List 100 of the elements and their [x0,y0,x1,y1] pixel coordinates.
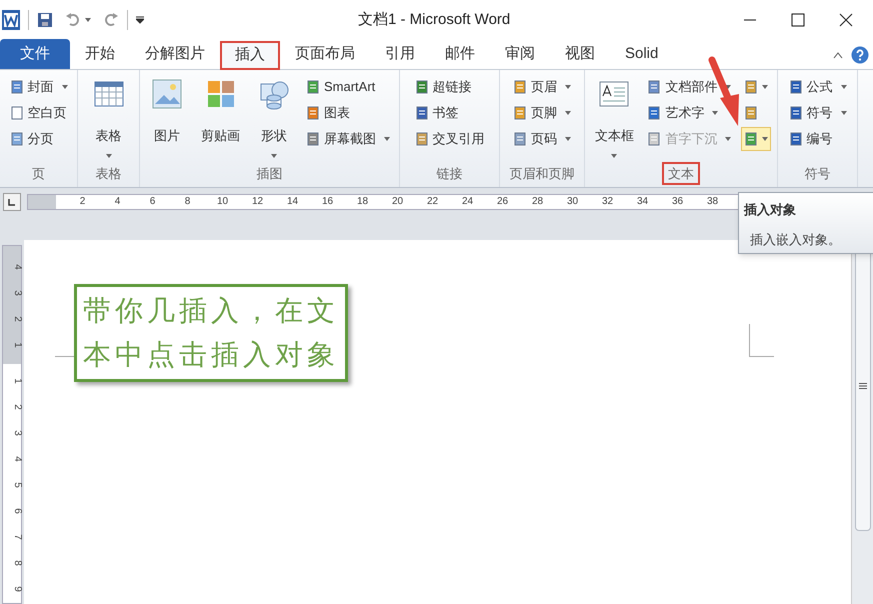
ruler-number: 26 [496,195,510,209]
ribbon-button[interactable]: SmartArt [304,74,378,100]
undo-icon[interactable] [65,12,81,28]
ribbon-button[interactable]: 公式 [786,74,848,100]
ribbon-tab[interactable]: 页面布局 [280,40,370,69]
ruler-number: 30 [566,195,580,209]
caret-icon [384,137,390,141]
tooltip-description: 插入嵌入对象。 [750,230,842,248]
help-icon[interactable] [851,46,869,64]
ribbon-tab[interactable]: 引用 [370,40,430,69]
ribbon-button[interactable]: 分页 [8,126,56,152]
ribbon-large-button[interactable]: 形状 [254,74,294,158]
close-icon[interactable] [839,13,853,27]
tab-selector-icon[interactable] [3,192,21,210]
ribbon-button[interactable]: 符号 [786,100,848,126]
ribbon-large-button[interactable]: 图片 [147,74,187,158]
caret-icon [712,111,718,115]
caret-icon [725,85,732,89]
grip-icon [858,383,866,389]
caret-icon [611,154,618,158]
collapse-ribbon-icon[interactable] [833,51,843,59]
document-icon [414,132,428,146]
ribbon-large-button[interactable]: 文本框 [590,74,638,158]
ruler-number: 1 [11,378,24,384]
caret-icon [565,137,571,141]
ribbon-button[interactable]: 文档部件 [645,74,734,100]
customize-toolbar-icon[interactable] [136,16,144,24]
ribbon-tab[interactable]: 审阅 [490,40,550,69]
caret-icon [840,111,846,115]
ruler-number: 2 [11,404,24,410]
ruler-number: 2 [78,195,86,209]
caret-icon [565,111,571,115]
caret-icon [725,137,732,141]
ribbon-button[interactable]: 页码 [511,126,573,152]
ruler-number: 28 [530,195,544,209]
ribbon-tab[interactable]: 邮件 [430,40,490,69]
ribbon-button[interactable]: 图表 [304,100,352,126]
corner-mark [749,324,774,357]
maximize-icon[interactable] [791,13,805,27]
ribbon-button[interactable]: 艺术字 [645,100,720,126]
ribbon-button[interactable]: 空白页 [8,100,68,126]
ribbon-button[interactable]: 编号 [786,126,834,152]
redo-icon[interactable] [103,12,119,28]
caret-icon [271,154,277,158]
ribbon-tab[interactable]: Solid [610,40,674,69]
ribbon-tab[interactable]: 视图 [550,40,610,69]
ruler-number: 3 [11,430,24,436]
ruler-number: 8 [184,195,192,209]
caret-icon [85,18,91,22]
caret-icon [565,85,571,89]
ruler-number: 38 [706,195,720,209]
ruler-number: 12 [250,195,264,209]
caret-icon [762,85,768,89]
ruler-number: 24 [460,195,474,209]
group-label: 表格 [94,164,122,182]
ruler-number: 6 [11,508,24,514]
caret-icon [62,85,68,89]
ribbon-tab[interactable]: 插入 [220,41,280,70]
ribbon-large-button[interactable]: 表格 [88,74,128,158]
ribbon-icon-button[interactable] [741,127,772,151]
save-icon[interactable] [37,12,53,28]
ruler-number: 36 [670,195,684,209]
ribbon-large-button[interactable]: 剪贴画 [197,74,244,158]
ribbon-tab[interactable]: 开始 [70,40,130,69]
ruler-number: 22 [426,195,440,209]
ruler-number: 32 [600,195,614,209]
ribbon-button[interactable]: 屏幕截图 [304,126,392,152]
ribbon-tab[interactable]: 分解图片 [130,40,220,69]
ruler-number: 16 [320,195,334,209]
ruler-number: 6 [148,195,156,209]
ribbon-button[interactable]: 页脚 [511,100,573,126]
blank-page-icon [10,106,24,120]
ribbon-button[interactable]: 书签 [412,100,460,126]
caret-icon [762,137,768,141]
ribbon-button[interactable]: 封面 [8,74,70,100]
ruler-number: 2 [11,316,24,322]
ribbon-button[interactable]: 页眉 [511,74,573,100]
callout-text: 带你几插入，在文 [83,293,339,329]
file-tab[interactable]: 文件 [0,39,70,69]
ribbon-button[interactable]: 超链接 [412,74,474,100]
ruler-number: 1 [11,342,24,348]
ruler-number: 10 [216,195,230,209]
ruler-number: 18 [356,195,370,209]
caret-icon [106,154,112,158]
ruler-number: 9 [11,586,24,592]
ruler-number: 5 [11,482,24,488]
ruler-number: 4 [114,195,122,209]
word-logo-icon[interactable] [2,10,20,30]
window-title: 文档1 - Microsoft Word [358,10,510,30]
tooltip-title: 插入对象 [744,201,797,219]
callout-text: 本中点击插入对象 [83,337,339,373]
ruler-margin [28,194,56,208]
ruler-number: 14 [286,195,300,209]
ribbon-button[interactable]: 交叉引用 [412,126,486,152]
group-label: 文本 [662,162,700,185]
group-label: 链接 [436,164,464,182]
picture-icon [151,78,183,110]
group-label: 页 [31,164,46,182]
ruler-number: 3 [11,290,24,296]
document-icon [647,80,662,94]
